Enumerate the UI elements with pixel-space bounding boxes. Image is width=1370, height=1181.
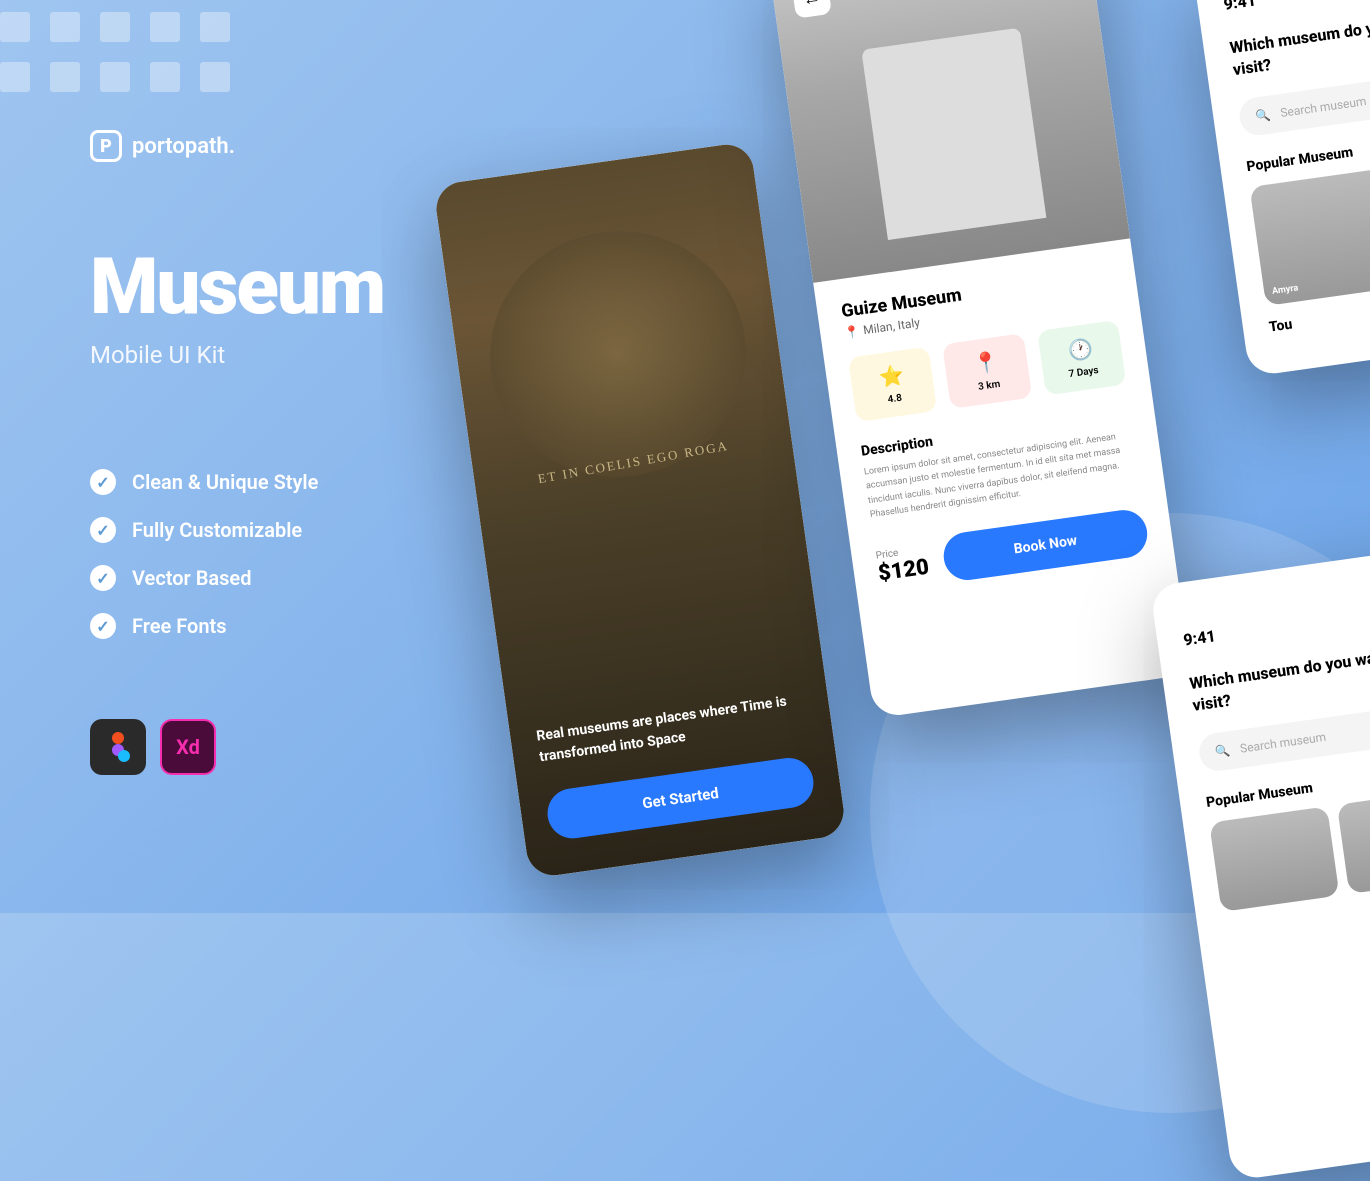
xd-icon: Xd: [160, 719, 216, 775]
bg-decoration: [0, 12, 230, 92]
museum-image: ←: [769, 0, 1130, 283]
clock-icon: 🕐: [1046, 333, 1114, 366]
card-title: Amyra: [1272, 283, 1299, 297]
museum-card[interactable]: [1209, 806, 1339, 912]
location-icon: 📍: [952, 346, 1020, 379]
check-icon: ✓: [90, 565, 116, 591]
phone-onboarding: ET IN COELIS EGO ROGA Real museums are p…: [433, 141, 847, 879]
feature-item: ✓Vector Based: [90, 565, 384, 591]
museum-card[interactable]: Amyra: [1249, 152, 1370, 305]
status-time: 9:41: [1222, 0, 1370, 14]
search-icon: 🔍: [1214, 743, 1231, 759]
pin-icon: 📍: [844, 324, 861, 340]
image-inscription: ET IN COELIS EGO ROGA: [474, 427, 792, 498]
search-icon: 🔍: [1255, 107, 1272, 123]
book-now-button[interactable]: Book Now: [941, 507, 1151, 583]
phone-home-a: 9:41 Which museum do you want to visit? …: [1193, 0, 1370, 377]
page-title: Museum: [90, 242, 384, 333]
back-button[interactable]: ←: [791, 0, 832, 19]
brand-icon: P: [90, 130, 122, 162]
check-icon: ✓: [90, 613, 116, 639]
feature-list: ✓Clean & Unique Style ✓Fully Customizabl…: [90, 469, 384, 639]
check-icon: ✓: [90, 517, 116, 543]
phone-detail: ← Guize Museum 📍 Milan, Italy ⭐ 4.8 📍 3 …: [769, 0, 1192, 719]
brand-name: portopath.: [132, 134, 235, 159]
stat-distance: 📍 3 km: [942, 333, 1032, 409]
get-started-button[interactable]: Get Started: [544, 755, 816, 842]
headline-question: Which museum do you want to visit?: [1188, 639, 1370, 718]
headline-question: Which museum do you want to visit?: [1228, 3, 1370, 82]
brand-logo: P portopath.: [90, 130, 384, 162]
stat-rating: ⭐ 4.8: [848, 346, 938, 422]
feature-item: ✓Clean & Unique Style: [90, 469, 384, 495]
figma-icon: [90, 719, 146, 775]
stat-duration: 🕐 7 Days: [1037, 320, 1127, 396]
feature-item: ✓Free Fonts: [90, 613, 384, 639]
tool-badges: Xd: [90, 719, 384, 775]
museum-card[interactable]: [1337, 788, 1370, 894]
page-subtitle: Mobile UI Kit: [90, 341, 384, 369]
star-icon: ⭐: [858, 359, 926, 392]
feature-item: ✓Fully Customizable: [90, 517, 384, 543]
tagline: Real museums are places where Time is tr…: [535, 689, 806, 768]
check-icon: ✓: [90, 469, 116, 495]
